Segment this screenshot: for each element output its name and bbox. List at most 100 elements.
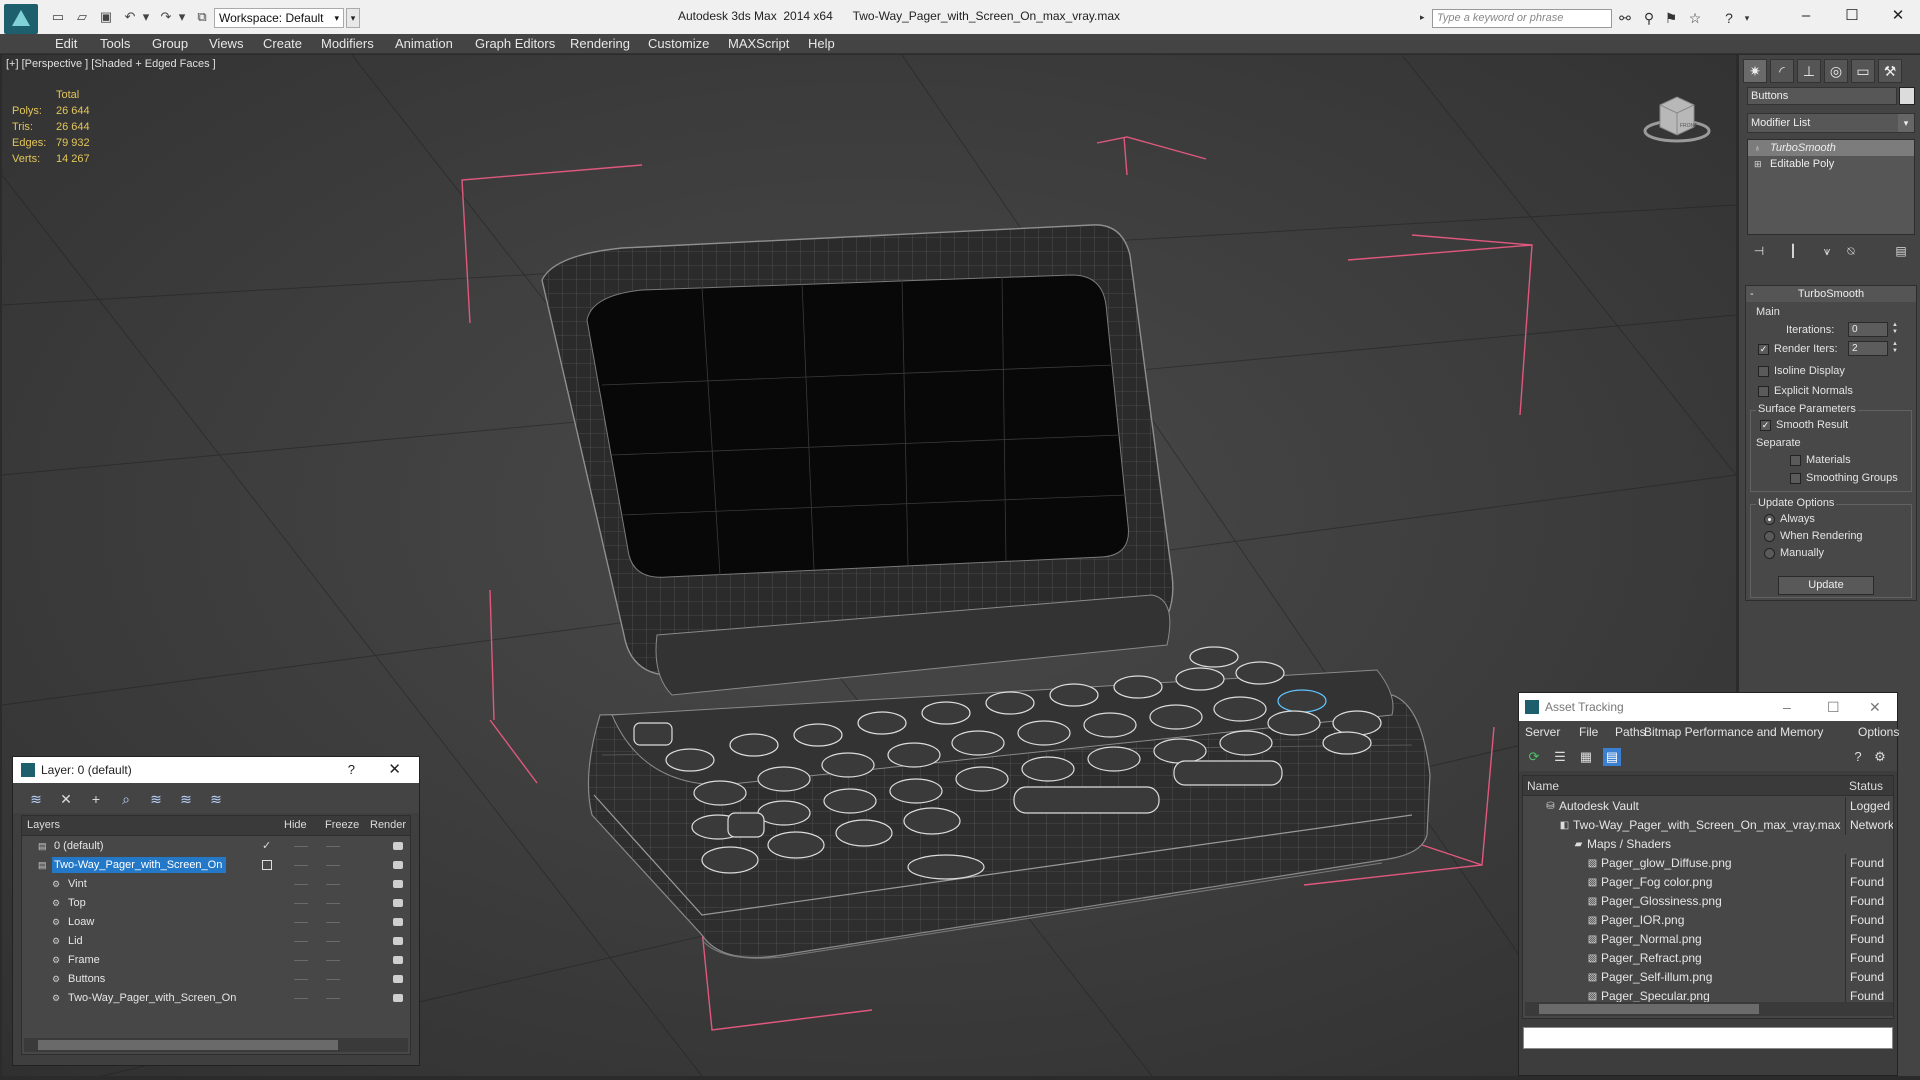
object-color-swatch[interactable]: [1899, 87, 1915, 105]
menu-animation[interactable]: Animation: [395, 36, 453, 51]
freeze-toggle[interactable]: ——: [326, 875, 340, 894]
layer-row[interactable]: ⚙ Vint —— ——: [22, 875, 410, 894]
favorites-star-icon[interactable]: ☆: [1686, 10, 1704, 26]
quick-access-menu-button[interactable]: ▾: [346, 8, 360, 28]
maximize-button[interactable]: ☐: [1832, 4, 1872, 28]
close-icon[interactable]: ✕: [1869, 693, 1881, 721]
layer-row[interactable]: ▤ 0 (default) ✓ —— ——: [22, 837, 410, 856]
help-icon[interactable]: ?: [1849, 748, 1867, 766]
stack-item-editable-poly[interactable]: ⊞ Editable Poly: [1748, 156, 1914, 172]
project-folder-icon[interactable]: ⧉: [194, 9, 210, 25]
layer-row[interactable]: ▤ Two-Way_Pager_with_Screen_On —— ——: [22, 856, 410, 875]
asset-menu-options[interactable]: Options: [1858, 725, 1899, 739]
hide-toggle[interactable]: ——: [294, 837, 308, 856]
hierarchy-tab-icon[interactable]: ⊥: [1797, 59, 1821, 83]
utilities-tab-icon[interactable]: ⚒: [1878, 59, 1902, 83]
make-current-layer-box[interactable]: [262, 860, 272, 870]
freeze-toggle[interactable]: ——: [326, 894, 340, 913]
redo-icon[interactable]: ↷: [158, 9, 174, 25]
freeze-all-layers-icon[interactable]: ≋: [207, 790, 225, 808]
refresh-icon[interactable]: ⟳: [1525, 748, 1543, 766]
asset-row[interactable]: ▰ Maps / Shaders: [1523, 835, 1893, 854]
asset-menu-bitmap-performance[interactable]: Bitmap Performance and Memory: [1644, 725, 1823, 739]
thumbnail-view-icon[interactable]: ▦: [1577, 748, 1595, 766]
hide-toggle[interactable]: ——: [294, 913, 308, 932]
delete-layer-icon[interactable]: ✕: [57, 790, 75, 808]
col-freeze[interactable]: Freeze: [325, 819, 359, 831]
layer-row[interactable]: ⚙ Lid —— ——: [22, 932, 410, 951]
highlight-layer-icon[interactable]: ≋: [147, 790, 165, 808]
settings-icon[interactable]: ⚙: [1871, 748, 1889, 766]
save-file-icon[interactable]: ▣: [98, 9, 114, 25]
layer-horizontal-scrollbar[interactable]: [24, 1038, 408, 1052]
binoculars-icon[interactable]: ⚯: [1616, 10, 1634, 26]
display-tab-icon[interactable]: ▭: [1851, 59, 1875, 83]
render-toggle-icon[interactable]: [393, 937, 403, 945]
expand-plus-icon[interactable]: ⊞: [1754, 159, 1763, 169]
search-input[interactable]: Type a keyword or phrase: [1432, 9, 1612, 28]
communication-center-icon[interactable]: ⚑: [1662, 10, 1680, 26]
asset-row[interactable]: ▧ Pager_Normal.png Found: [1523, 930, 1893, 949]
scrollbar-thumb[interactable]: [1539, 1004, 1759, 1014]
freeze-toggle[interactable]: ——: [326, 856, 340, 875]
asset-row[interactable]: ▧ Pager_Self-illum.png Found: [1523, 968, 1893, 987]
asset-row[interactable]: ▧ Pager_Refract.png Found: [1523, 949, 1893, 968]
open-file-icon[interactable]: ▱: [74, 9, 90, 25]
asset-row[interactable]: ▧ Pager_Glossiness.png Found: [1523, 892, 1893, 911]
close-button[interactable]: ✕: [1878, 4, 1918, 28]
iterations-spinner[interactable]: 0: [1848, 322, 1888, 337]
asset-horizontal-scrollbar[interactable]: [1525, 1002, 1893, 1016]
menu-group[interactable]: Group: [152, 36, 188, 51]
asset-row[interactable]: ▧ Pager_glow_Diffuse.png Found: [1523, 854, 1893, 873]
menu-edit[interactable]: Edit: [55, 36, 77, 51]
render-toggle-icon[interactable]: [393, 899, 403, 907]
help-button[interactable]: ?: [348, 757, 355, 783]
freeze-toggle[interactable]: ——: [326, 989, 340, 1008]
help-dropdown-icon[interactable]: ▾: [1738, 10, 1756, 26]
hide-toggle[interactable]: ——: [294, 894, 308, 913]
undo-icon[interactable]: ↶: [122, 9, 138, 25]
layer-row[interactable]: ⚙ Top —— ——: [22, 894, 410, 913]
render-toggle-icon[interactable]: [393, 861, 403, 869]
scrollbar-thumb[interactable]: [38, 1040, 338, 1050]
stack-item-turbosmooth[interactable]: ♁ TurboSmooth: [1748, 140, 1914, 156]
maximize-icon[interactable]: ☐: [1827, 693, 1840, 721]
create-layer-icon[interactable]: ≋: [27, 790, 45, 808]
freeze-toggle[interactable]: ——: [326, 837, 340, 856]
menu-views[interactable]: Views: [209, 36, 243, 51]
freeze-toggle[interactable]: ——: [326, 932, 340, 951]
render-toggle-icon[interactable]: [393, 880, 403, 888]
add-to-layer-icon[interactable]: +: [87, 790, 105, 808]
hide-toggle[interactable]: ——: [294, 970, 308, 989]
asset-row[interactable]: ⛁ Autodesk Vault Logged O: [1523, 797, 1893, 816]
freeze-toggle[interactable]: ——: [326, 913, 340, 932]
asset-row[interactable]: ▧ Pager_IOR.png Found: [1523, 911, 1893, 930]
search-expand-icon[interactable]: ▸: [1420, 12, 1425, 23]
materials-checkbox[interactable]: [1790, 455, 1801, 466]
asset-row[interactable]: ◧ Two-Way_Pager_with_Screen_On_max_vray.m…: [1523, 816, 1893, 835]
viewcube[interactable]: FRONT: [1642, 87, 1712, 147]
modify-tab-icon[interactable]: ◜: [1770, 59, 1794, 83]
col-hide[interactable]: Hide: [284, 819, 307, 831]
render-iters-spin-arrows[interactable]: ▲ ▼: [1890, 341, 1900, 356]
hide-toggle[interactable]: ——: [294, 856, 308, 875]
explicit-normals-checkbox[interactable]: [1758, 386, 1769, 397]
update-button[interactable]: Update: [1778, 576, 1874, 595]
modifier-list-dropdown[interactable]: Modifier List ▾: [1747, 113, 1915, 133]
always-radio[interactable]: [1764, 514, 1775, 525]
viewport-label[interactable]: [+] [Perspective ] [Shaded + Edged Faces…: [6, 58, 216, 70]
hide-toggle[interactable]: ——: [294, 951, 308, 970]
minimize-button[interactable]: –: [1786, 4, 1826, 28]
object-name-field[interactable]: Buttons: [1747, 87, 1897, 105]
col-name[interactable]: Name: [1527, 779, 1559, 793]
current-layer-check-icon[interactable]: ✓: [262, 837, 271, 856]
smooth-result-checkbox[interactable]: ✓: [1760, 420, 1771, 431]
render-iters-checkbox[interactable]: ✓: [1758, 344, 1769, 355]
rollout-header[interactable]: - TurboSmooth: [1746, 286, 1916, 302]
layer-row[interactable]: ⚙ Loaw —— ——: [22, 913, 410, 932]
table-view-icon[interactable]: ▤: [1603, 748, 1621, 766]
app-logo-icon[interactable]: [4, 4, 38, 34]
create-tab-icon[interactable]: ✷: [1743, 59, 1767, 83]
layer-window-titlebar[interactable]: Layer: 0 (default) ? ✕: [13, 757, 419, 783]
layer-row[interactable]: ⚙ Two-Way_Pager_with_Screen_On —— ——: [22, 989, 410, 1008]
